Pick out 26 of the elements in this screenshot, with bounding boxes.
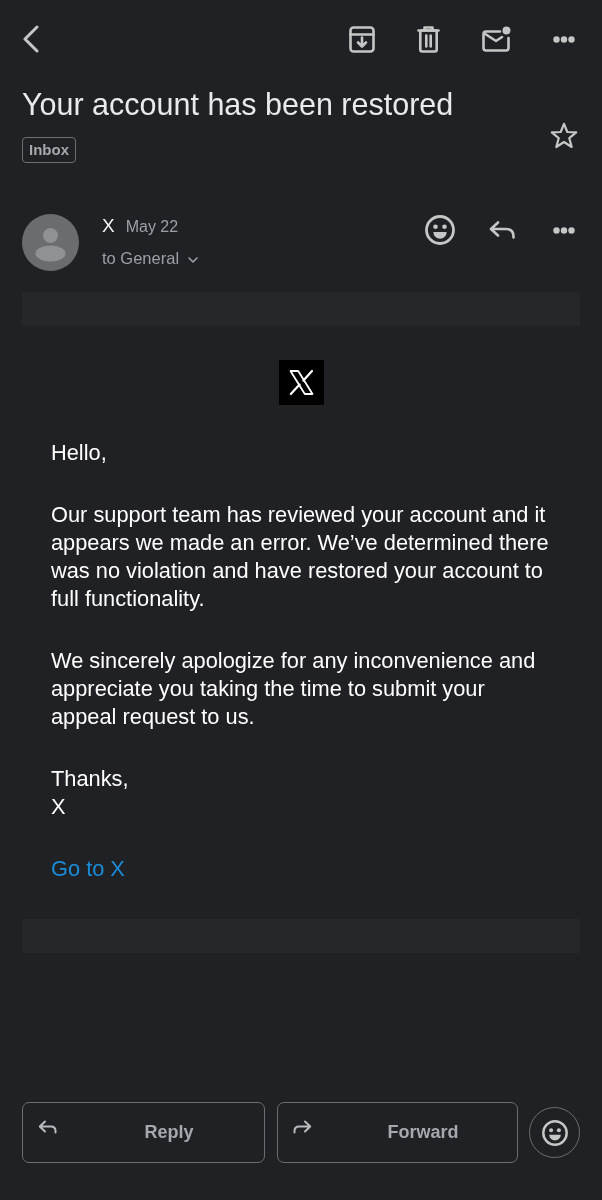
forward-arrow-icon — [293, 1119, 312, 1134]
envelope-dot-icon[interactable] — [482, 26, 511, 52]
message-date: May 22 — [125, 217, 179, 237]
avatar-icon — [22, 214, 79, 271]
back-icon[interactable] — [22, 25, 39, 53]
more-icon[interactable] — [553, 35, 575, 43]
sender-name: X — [102, 214, 115, 238]
reply-arrow-icon — [38, 1119, 57, 1134]
email-subject: Your account has been restored — [22, 87, 455, 121]
star-icon[interactable] — [550, 122, 578, 149]
forward-button[interactable]: Forward — [277, 1102, 518, 1163]
reply-arrow-icon[interactable] — [489, 221, 515, 239]
more-icon[interactable] — [553, 226, 575, 234]
trash-icon[interactable] — [417, 25, 440, 53]
smiley-icon — [541, 1119, 568, 1146]
email-paragraph: Our support team has reviewed your account and it appears we made an error. We’ve determined there was no violation and have restored your account to full functionality. — [51, 501, 550, 613]
email-paragraph: We sincerely apologize for any inconvenience and appreciate you taking the time to submit your appeal request to us. — [51, 647, 537, 731]
smiley-icon[interactable] — [425, 215, 455, 245]
email-paragraph: Hello, — [51, 439, 108, 467]
archive-icon[interactable] — [349, 25, 375, 53]
reply-button[interactable]: Reply — [22, 1102, 265, 1163]
email-paragraph: Thanks, X — [51, 765, 130, 821]
email-link[interactable]: Go to X — [51, 856, 125, 881]
recipients-button[interactable]: to General — [102, 247, 199, 269]
mailbox-label[interactable]: Inbox — [22, 137, 76, 163]
logo-icon — [278, 360, 324, 405]
